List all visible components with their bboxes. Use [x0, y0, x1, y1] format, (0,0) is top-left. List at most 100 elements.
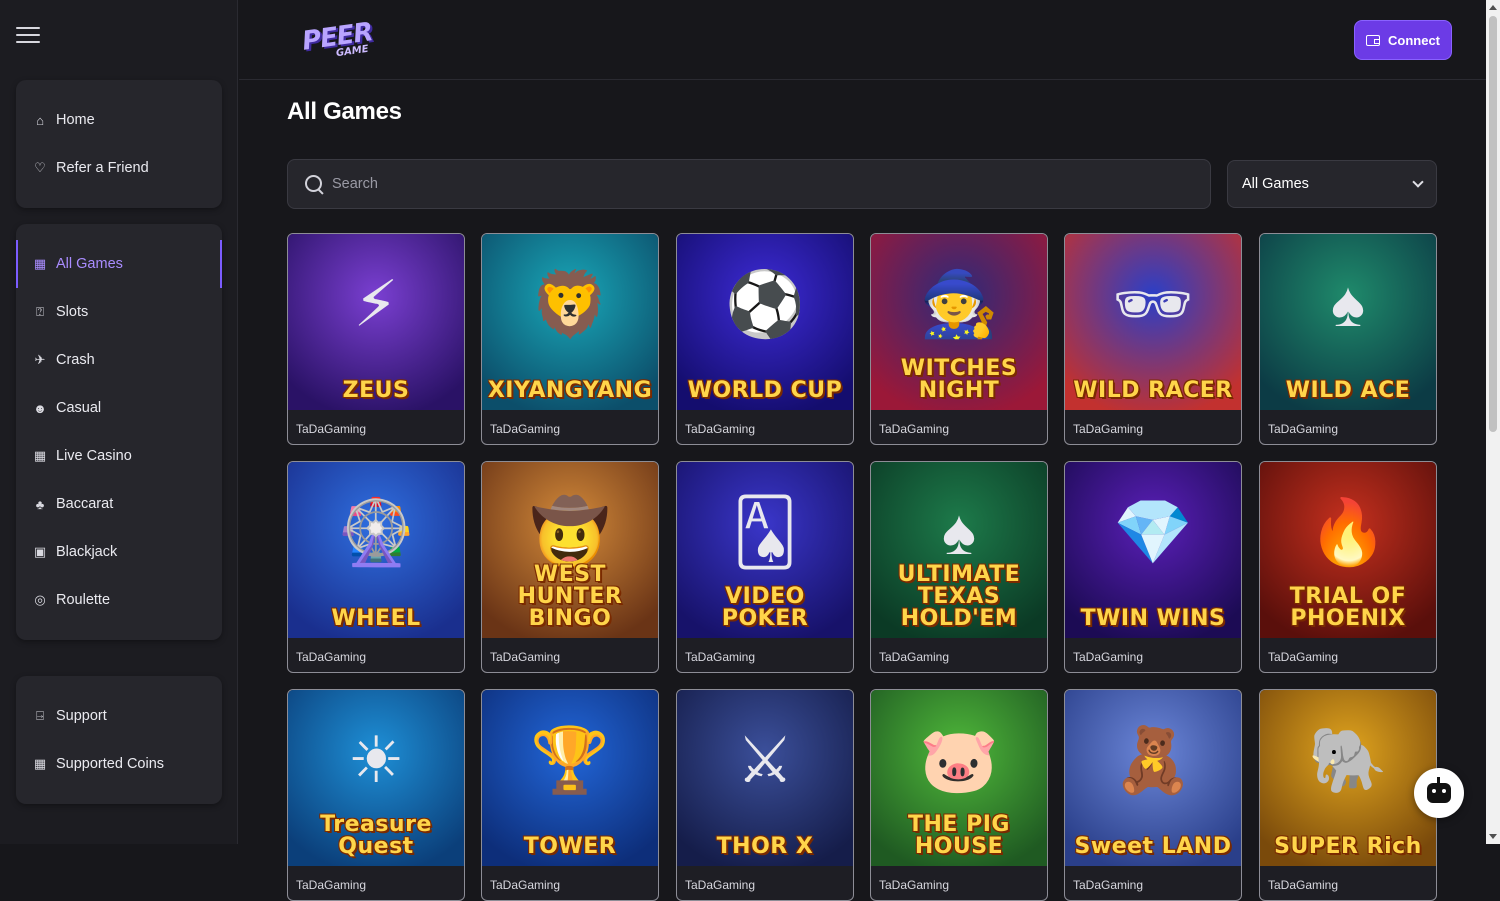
search-bar: [287, 159, 1211, 209]
search-input[interactable]: [332, 176, 1210, 192]
game-thumbnail: 🦁 XIYANGYANG: [482, 234, 658, 410]
sidebar-item-label: Refer a Friend: [56, 160, 149, 176]
game-thumbnail: ⚔ THOR X: [677, 690, 853, 866]
game-thumbnail: 🂡 VIDEO POKER: [677, 462, 853, 638]
game-provider: TaDaGaming: [879, 878, 950, 892]
grid-icon: ▦: [33, 256, 47, 271]
sidebar-item-blackjack[interactable]: ▣ Blackjack: [16, 528, 222, 576]
game-title: WHEEL: [331, 606, 421, 631]
game-title: Sweet LAND: [1074, 834, 1232, 859]
game-art-icon: ♠: [942, 496, 976, 569]
game-art-icon: 🧸: [1113, 724, 1193, 797]
sidebar-item-slots[interactable]: ⍰ Slots: [16, 288, 222, 336]
game-card[interactable]: 🏆 TOWER TaDaGaming: [481, 689, 659, 901]
sidebar-item-label: Slots: [56, 304, 89, 320]
game-card[interactable]: 🂡 VIDEO POKER TaDaGaming: [676, 461, 854, 673]
game-card[interactable]: ☀ Treasure Quest TaDaGaming: [287, 689, 465, 901]
game-art-icon: 🐷: [919, 724, 999, 797]
game-card[interactable]: 🐘 SUPER Rich TaDaGaming: [1259, 689, 1437, 901]
game-provider: TaDaGaming: [685, 422, 756, 436]
game-provider: TaDaGaming: [1268, 650, 1339, 664]
sidebar-item-label: Support: [56, 708, 107, 724]
game-card[interactable]: ⚡ ZEUS TaDaGaming: [287, 233, 465, 445]
category-select-value: All Games: [1242, 176, 1309, 192]
game-art-icon: 🏆: [530, 724, 610, 797]
game-art-icon: ⚽: [725, 268, 805, 341]
sidebar-item-label: Supported Coins: [56, 756, 165, 772]
scroll-up-arrow-icon[interactable]: [1489, 5, 1497, 10]
game-art-icon: 🤠: [530, 496, 610, 569]
support-chat-button[interactable]: [1414, 768, 1464, 818]
connect-button[interactable]: Connect: [1354, 20, 1452, 60]
menu-icon[interactable]: [16, 27, 40, 45]
game-provider: TaDaGaming: [1073, 650, 1144, 664]
sidebar-item-roulette[interactable]: ◎ Roulette: [16, 576, 222, 624]
game-provider: TaDaGaming: [296, 878, 367, 892]
game-thumbnail: ⚡ ZEUS: [288, 234, 464, 410]
game-card[interactable]: ⚽ WORLD CUP TaDaGaming: [676, 233, 854, 445]
peer-game-logo[interactable]: PEER GAME: [300, 16, 374, 64]
game-provider: TaDaGaming: [879, 650, 950, 664]
sidebar-item-casual[interactable]: ☻ Casual: [16, 384, 222, 432]
chevron-down-icon: [1412, 176, 1424, 188]
game-provider: TaDaGaming: [685, 878, 756, 892]
coins-icon: ▦: [33, 756, 47, 771]
sidebar-item-baccarat[interactable]: ♣ Baccarat: [16, 480, 222, 528]
game-thumbnail: ⚽ WORLD CUP: [677, 234, 853, 410]
sidebar-item-label: Baccarat: [56, 496, 114, 512]
game-thumbnail: 💎 TWIN WINS: [1065, 462, 1241, 638]
game-art-icon: 🔥: [1308, 496, 1388, 569]
game-provider: TaDaGaming: [1073, 422, 1144, 436]
sidebar-item-all-games[interactable]: ▦ All Games: [16, 240, 222, 288]
game-art-icon: 🂡: [732, 496, 798, 569]
game-card[interactable]: ♠ ULTIMATE TEXAS HOLD'EM TaDaGaming: [870, 461, 1048, 673]
game-provider: TaDaGaming: [490, 878, 561, 892]
category-select[interactable]: All Games: [1227, 160, 1437, 208]
game-title: WEST HUNTER BINGO: [517, 562, 623, 631]
game-art-icon: 🐘: [1308, 724, 1388, 797]
home-icon: ⌂: [36, 112, 44, 128]
scrollbar-thumb[interactable]: [1489, 16, 1497, 432]
cards-icon: ♣: [35, 496, 45, 512]
sidebar-item-label: Crash: [56, 352, 95, 368]
game-thumbnail: 🐷 THE PIG HOUSE: [871, 690, 1047, 866]
game-card[interactable]: 🐷 THE PIG HOUSE TaDaGaming: [870, 689, 1048, 901]
live-casino-icon: ▦: [33, 448, 47, 463]
game-card[interactable]: 🤠 WEST HUNTER BINGO TaDaGaming: [481, 461, 659, 673]
sidebar-item-home[interactable]: ⌂ Home: [16, 96, 222, 144]
connect-label: Connect: [1388, 32, 1440, 48]
game-title: ZEUS: [342, 378, 410, 403]
sidebar-item-label: Blackjack: [56, 544, 118, 560]
game-provider: TaDaGaming: [490, 650, 561, 664]
sidebar-item-support[interactable]: ⍈ Support: [16, 692, 222, 740]
page-scrollbar[interactable]: [1486, 0, 1500, 844]
game-art-icon: 💎: [1113, 496, 1193, 569]
game-title: THE PIG HOUSE: [908, 812, 1010, 859]
game-card[interactable]: ♠ WILD ACE TaDaGaming: [1259, 233, 1437, 445]
casual-icon: ☻: [33, 400, 47, 416]
game-card[interactable]: 🔥 TRIAL OF PHOENIX TaDaGaming: [1259, 461, 1437, 673]
sidebar-item-supported-coins[interactable]: ▦ Supported Coins: [16, 740, 222, 788]
game-provider: TaDaGaming: [490, 422, 561, 436]
game-art-icon: ♠: [1331, 268, 1365, 341]
game-card[interactable]: 🕶 WILD RACER TaDaGaming: [1064, 233, 1242, 445]
game-card[interactable]: 🎡 WHEEL TaDaGaming: [287, 461, 465, 673]
game-provider: TaDaGaming: [685, 650, 756, 664]
sidebar-item-label: Home: [56, 112, 95, 128]
game-card[interactable]: ⚔ THOR X TaDaGaming: [676, 689, 854, 901]
game-card[interactable]: 🧸 Sweet LAND TaDaGaming: [1064, 689, 1242, 901]
game-provider: TaDaGaming: [296, 650, 367, 664]
sidebar-item-live-casino[interactable]: ▦ Live Casino: [16, 432, 222, 480]
gift-heart-icon: ♡: [34, 160, 46, 175]
plane-icon: ✈: [34, 352, 46, 367]
game-card[interactable]: 💎 TWIN WINS TaDaGaming: [1064, 461, 1242, 673]
game-card[interactable]: 🦁 XIYANGYANG TaDaGaming: [481, 233, 659, 445]
scroll-down-arrow-icon[interactable]: [1489, 834, 1497, 839]
sidebar-item-crash[interactable]: ✈ Crash: [16, 336, 222, 384]
game-thumbnail: 🤠 WEST HUNTER BINGO: [482, 462, 658, 638]
game-card[interactable]: 🧙 WITCHES NIGHT TaDaGaming: [870, 233, 1048, 445]
game-title: XIYANGYANG: [487, 378, 653, 403]
game-art-icon: 🧙: [919, 268, 999, 341]
game-thumbnail: 🐘 SUPER Rich: [1260, 690, 1436, 866]
sidebar-item-refer-a-friend[interactable]: ♡ Refer a Friend: [16, 144, 222, 192]
